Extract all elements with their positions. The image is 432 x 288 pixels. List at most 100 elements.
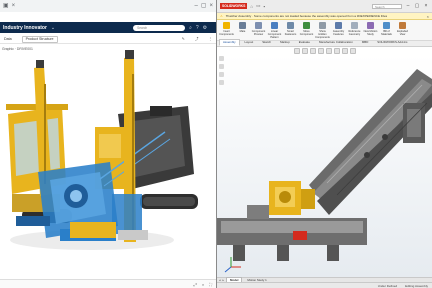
command-icon xyxy=(383,22,390,29)
expand-icon[interactable]: ⤢ xyxy=(194,282,197,287)
tab-page-icon[interactable]: ▣ xyxy=(3,0,9,12)
3d-viewer-right[interactable] xyxy=(217,55,432,277)
3d-viewer-left[interactable] xyxy=(0,44,216,279)
sw-title-bar: SOLIDWORKS ⌂ ▭ ▪ Search – ▢ × xyxy=(217,0,432,13)
display-manager-icon[interactable] xyxy=(219,80,224,85)
command-icon xyxy=(271,22,278,29)
command-button[interactable]: Linear Component Pattern xyxy=(267,22,282,39)
feature-manager-icon[interactable] xyxy=(219,56,224,61)
solidworks-window: SOLIDWORKS ⌂ ▭ ▪ Search – ▢ × ⚠ Thatcher… xyxy=(217,0,432,288)
command-label: Bill of Materials xyxy=(381,30,392,36)
left-status-bar: ⤢ × ⛶ xyxy=(0,279,216,288)
app-title[interactable]: Industry Innovator xyxy=(3,25,47,31)
command-button[interactable]: Reference Geometry xyxy=(347,22,362,36)
home-icon[interactable]: ⌂ xyxy=(250,4,253,9)
settings-icon[interactable]: ⚙ xyxy=(203,25,207,31)
command-label: Move Component xyxy=(299,30,314,36)
sw-search-input[interactable]: Search xyxy=(372,3,402,9)
banner-text: Thatcher Assembly · Some components are … xyxy=(225,14,388,18)
solidworks-logo[interactable]: SOLIDWORKS xyxy=(220,3,248,9)
search-icon[interactable]: ⌕ xyxy=(189,25,192,31)
command-icon xyxy=(223,22,230,29)
edit-icon[interactable]: ✎ xyxy=(182,37,185,41)
command-button[interactable]: Show Hidden Components xyxy=(315,22,330,39)
configuration-manager-icon[interactable] xyxy=(219,72,224,77)
command-icon xyxy=(399,22,406,29)
command-icon xyxy=(367,22,374,29)
close-icon[interactable]: × xyxy=(209,0,213,12)
sw-close-icon[interactable]: × xyxy=(423,3,429,9)
sw-maximize-icon[interactable]: ▢ xyxy=(414,3,420,9)
browser-pane: ▣ × – ▢ × Industry Innovator ⌄ Search ⌕ … xyxy=(0,0,216,288)
command-icon xyxy=(287,22,294,29)
minimize-icon[interactable]: – xyxy=(194,0,197,12)
sub-toolbar: Data Product Structure ✎ ⤴ ⋮ xyxy=(0,35,216,44)
tab-layout[interactable]: Layout xyxy=(241,39,258,46)
command-button[interactable]: Mate xyxy=(235,22,250,33)
tab-markup[interactable]: Markup xyxy=(276,39,294,46)
command-icon xyxy=(255,22,262,29)
sw-minimize-icon[interactable]: – xyxy=(405,3,411,9)
command-label: Mate xyxy=(239,30,246,33)
command-button[interactable]: Insert Components xyxy=(219,22,234,36)
tab-solidworks-add-ins[interactable]: SOLIDWORKS Add-Ins xyxy=(373,39,411,46)
command-label: Insert Components xyxy=(219,30,234,36)
command-label: Assembly Features xyxy=(332,30,345,36)
view-orientation-icon[interactable] xyxy=(325,48,332,54)
tab-mbd[interactable]: MBD xyxy=(358,39,372,46)
help-icon[interactable]: ? xyxy=(196,25,199,31)
chevron-down-icon[interactable]: ⌄ xyxy=(51,25,55,31)
command-icon xyxy=(319,22,326,29)
command-label: Component Preview xyxy=(251,30,266,36)
sw-status-bar: Under Defined Editing Assembly xyxy=(217,282,432,288)
new-file-icon[interactable]: ▭ xyxy=(256,3,260,9)
command-manager: Insert Components Mate Component Preview Li… xyxy=(217,20,432,41)
appearance-icon[interactable] xyxy=(349,48,356,54)
tab-close-icon[interactable]: × xyxy=(12,0,16,12)
browser-tab-bar: ▣ × – ▢ × xyxy=(0,0,216,12)
save-icon[interactable]: ▪ xyxy=(263,4,265,9)
zoom-fit-icon[interactable] xyxy=(293,48,300,54)
command-button[interactable]: Bill of Materials xyxy=(379,22,394,36)
maximize-icon[interactable]: ▢ xyxy=(201,0,207,12)
command-label: Exploded View xyxy=(397,30,408,36)
command-button[interactable]: Assembly Features xyxy=(331,22,346,36)
command-button[interactable]: Component Preview xyxy=(251,22,266,36)
tab-manufacture-collaboration[interactable]: Manufacture Collaboration xyxy=(315,39,357,46)
banner-close-icon[interactable]: × xyxy=(427,14,429,19)
command-button[interactable]: Smart Fasteners xyxy=(283,22,298,36)
tab-assembly[interactable]: Assembly xyxy=(219,39,240,46)
status-item: Under Defined xyxy=(377,283,398,288)
search-input[interactable]: Search xyxy=(133,24,186,31)
property-manager-icon[interactable] xyxy=(219,64,224,69)
hide-show-icon[interactable] xyxy=(341,48,348,54)
warning-icon: ⚠ xyxy=(220,14,223,18)
status-close-icon[interactable]: × xyxy=(202,282,204,287)
data-tab[interactable]: Data xyxy=(4,37,12,41)
command-icon xyxy=(239,22,246,29)
command-icon xyxy=(351,22,358,29)
tab-evaluate[interactable]: Evaluate xyxy=(295,39,314,46)
command-label: Smart Fasteners xyxy=(284,30,297,36)
command-button[interactable]: Exploded View xyxy=(395,22,410,36)
info-banner: ⚠ Thatcher Assembly · Some components ar… xyxy=(217,13,432,20)
command-label: Linear Component Pattern xyxy=(267,30,282,39)
display-style-icon[interactable] xyxy=(333,48,340,54)
feature-tree-strip xyxy=(218,56,225,271)
command-label: Show Hidden Components xyxy=(315,30,330,39)
command-button[interactable]: New Motion Study xyxy=(363,22,378,36)
command-button[interactable]: Move Component xyxy=(299,22,314,36)
section-view-icon[interactable] xyxy=(317,48,324,54)
more-icon[interactable]: ⋮ xyxy=(208,37,212,41)
command-icon xyxy=(335,22,342,29)
command-icon xyxy=(303,22,310,29)
tab-sketch[interactable]: Sketch xyxy=(258,39,275,46)
mode-dropdown[interactable]: Product Structure xyxy=(21,35,58,43)
command-label: Reference Geometry xyxy=(348,30,361,36)
share-icon[interactable]: ⤴ xyxy=(195,37,199,42)
previous-view-icon[interactable] xyxy=(309,48,316,54)
status-item: Editing Assembly xyxy=(405,283,428,288)
zoom-area-icon[interactable] xyxy=(301,48,308,54)
fullscreen-icon[interactable]: ⛶ xyxy=(209,282,212,287)
graphic-label: Graphic · DRIVE001 xyxy=(2,47,33,51)
